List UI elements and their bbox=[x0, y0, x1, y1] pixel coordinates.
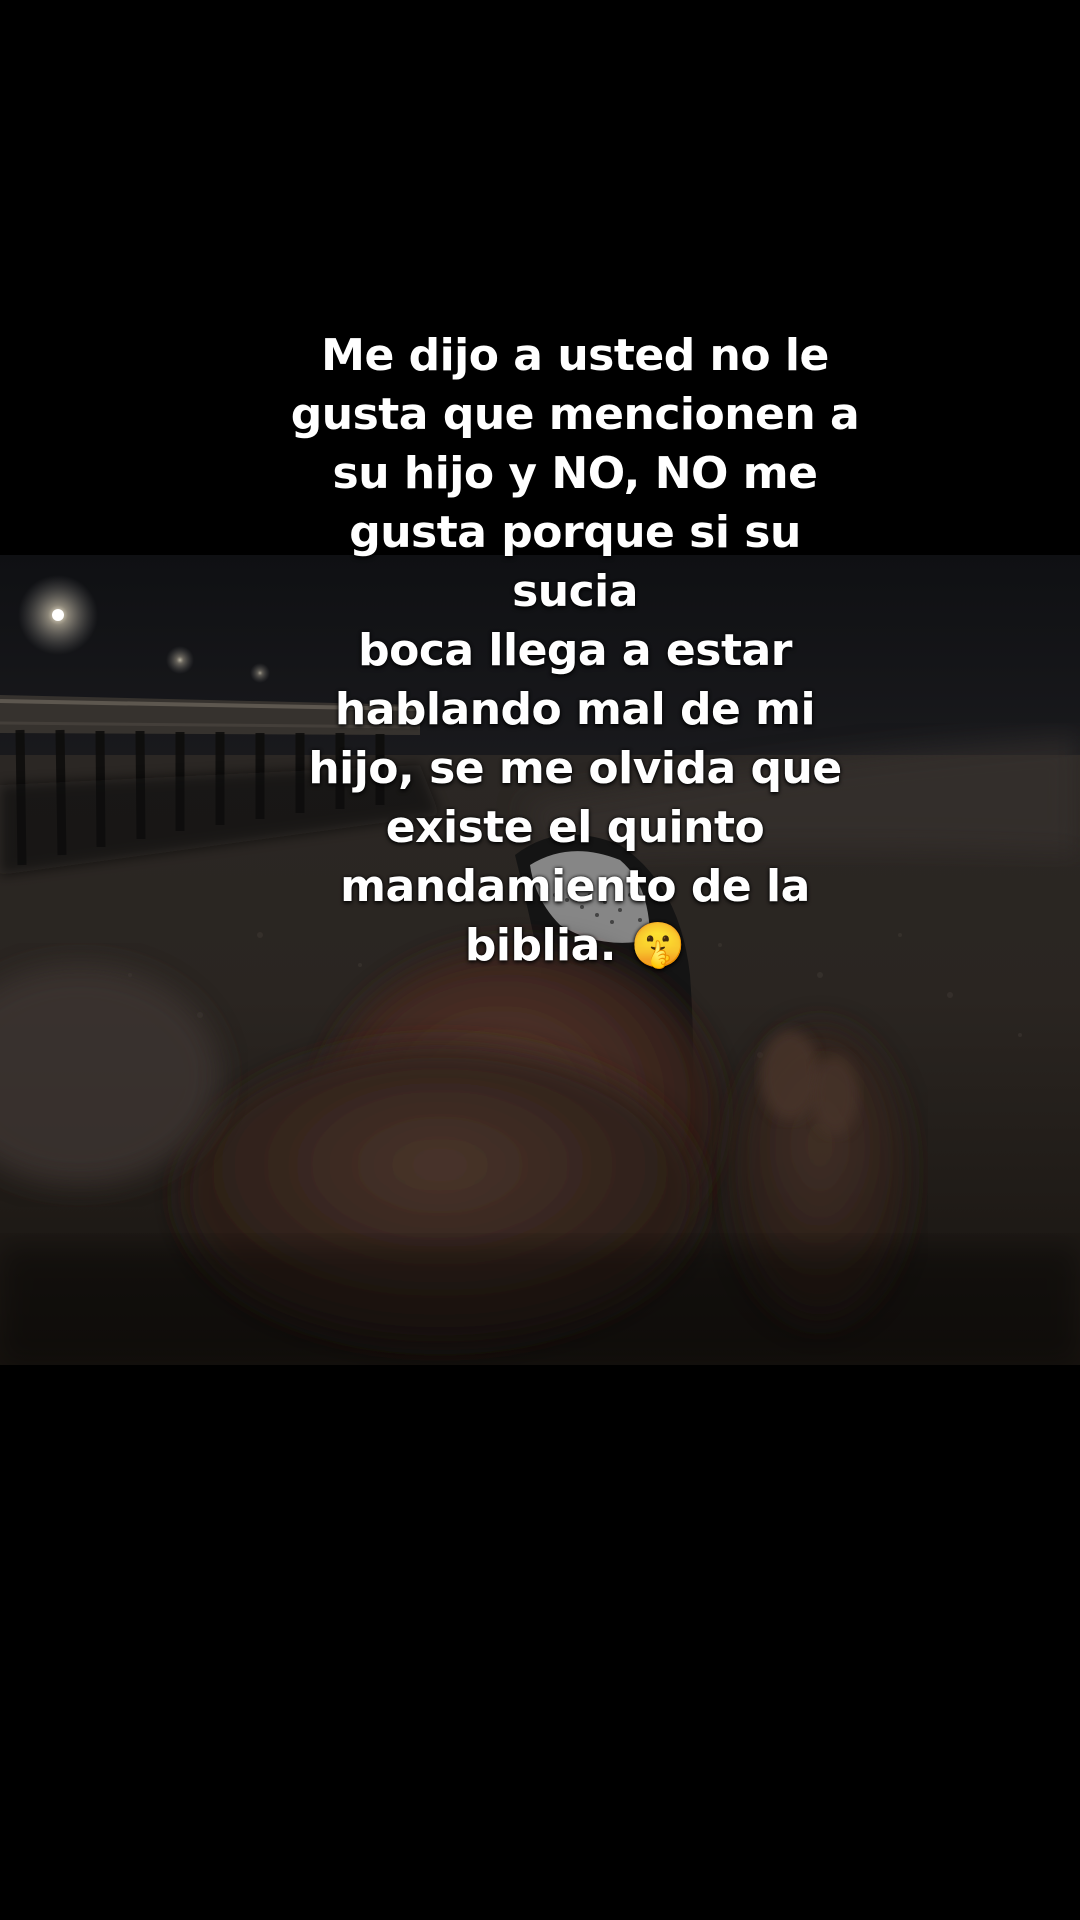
video-caption: Me dijo a usted no le gusta que mencione… bbox=[290, 330, 860, 971]
video-screen[interactable]: Me dijo a usted no le gusta que mencione… bbox=[0, 0, 1080, 1920]
